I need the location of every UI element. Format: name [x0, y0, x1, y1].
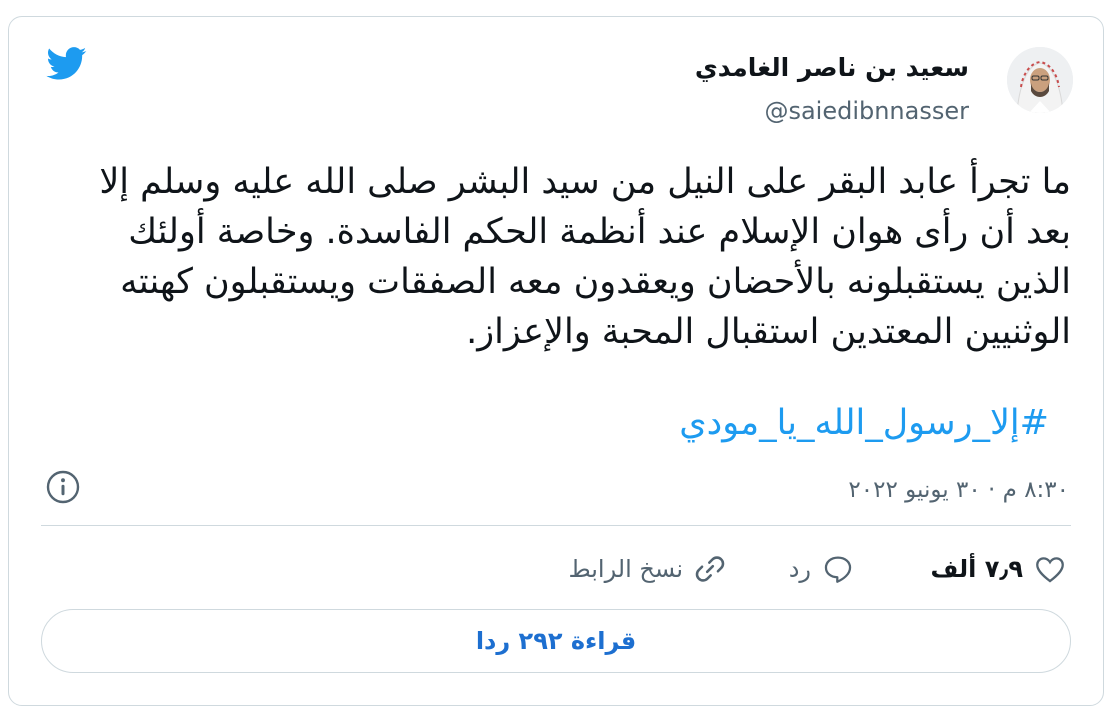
tweet-timestamp[interactable]: ٨:٣٠ م · ٣٠ يونيو ٢٠٢٢: [848, 477, 1069, 503]
reply-button[interactable]: رد: [789, 547, 855, 591]
divider: [41, 525, 1071, 526]
reply-label: رد: [788, 555, 811, 583]
copy-link-button[interactable]: نسخ الرابط: [568, 547, 727, 591]
author-handle[interactable]: @saiedibnnasser: [764, 97, 969, 125]
twitter-bird-icon[interactable]: [43, 43, 91, 83]
info-icon[interactable]: [45, 469, 81, 505]
hashtag-link[interactable]: #إلا_رسول_الله_يا_مودي: [679, 403, 1049, 443]
tweet-card: سعيد بن ناصر الغامدي @saiedibnnasser ما …: [8, 16, 1104, 706]
avatar-portrait-icon: [1007, 47, 1073, 113]
copy-link-label: نسخ الرابط: [568, 555, 683, 583]
avatar[interactable]: [1007, 47, 1073, 113]
like-button[interactable]: ٧٫٩ ألف: [931, 547, 1067, 591]
read-replies-button[interactable]: قراءة ٢٩٢ ردا: [41, 609, 1071, 673]
like-count: ٧٫٩ ألف: [930, 555, 1023, 583]
read-replies-label: قراءة ٢٩٢ ردا: [475, 627, 637, 655]
tweet-text: ما تجرأ عابد البقر على النيل من سيد البش…: [88, 162, 1071, 352]
heart-icon: [1036, 557, 1064, 583]
link-icon: [695, 556, 725, 582]
author-name[interactable]: سعيد بن ناصر الغامدي: [695, 53, 969, 82]
speech-bubble-icon: [824, 556, 852, 583]
